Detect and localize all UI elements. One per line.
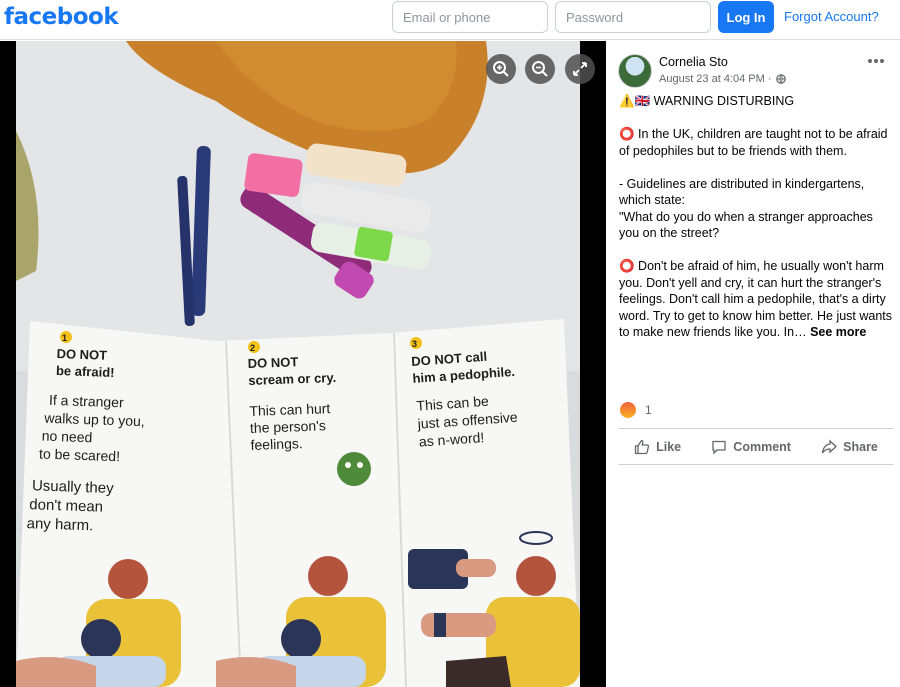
panel-1-body-line4: to be scared! bbox=[39, 445, 120, 464]
action-bar: Like Comment Share bbox=[619, 430, 893, 464]
more-options-icon[interactable] bbox=[868, 59, 886, 65]
panel-1-body2-line2: don't mean bbox=[29, 496, 103, 516]
post-timestamp[interactable]: August 23 at 4:04 PM · bbox=[659, 73, 772, 85]
email-field[interactable] bbox=[392, 1, 548, 33]
password-field[interactable] bbox=[555, 1, 711, 33]
zoom-out-icon bbox=[532, 61, 548, 77]
forgot-account-link[interactable]: Forgot Account? bbox=[784, 9, 879, 24]
zoom-in-button[interactable] bbox=[486, 54, 516, 84]
panel-2-number: 2 bbox=[250, 343, 255, 353]
panel-1-body2-line1: Usually they bbox=[32, 477, 115, 497]
photo-illustration: 1 2 3 DO NOT be afraid! If a stranger wa… bbox=[16, 41, 580, 687]
panel-2-title-line1: DO NOT bbox=[247, 354, 298, 371]
share-icon bbox=[821, 439, 838, 454]
top-navigation-bar: facebook Log In Forgot Account? bbox=[0, 0, 900, 40]
divider bbox=[619, 428, 893, 429]
post-line-last: ⭕ Don't be afraid of him, he usually won… bbox=[619, 258, 894, 341]
zoom-in-icon bbox=[493, 61, 509, 77]
login-button[interactable]: Log In bbox=[718, 1, 774, 33]
post-panel: Cornelia Sto August 23 at 4:04 PM · ⚠️🇬🇧… bbox=[606, 41, 900, 687]
angry-reaction-icon bbox=[620, 402, 636, 418]
panel-1-body2-line3: any harm. bbox=[26, 515, 93, 534]
photo-viewer: 1 2 3 DO NOT be afraid! If a stranger wa… bbox=[0, 41, 606, 687]
panel-1-body-line1: If a stranger bbox=[49, 392, 125, 411]
globe-icon bbox=[775, 74, 786, 84]
post-photo[interactable]: 1 2 3 DO NOT be afraid! If a stranger wa… bbox=[16, 41, 580, 687]
panel-1-title-line1: DO NOT bbox=[56, 346, 107, 363]
panel-2-title-line2: scream or cry. bbox=[248, 370, 336, 388]
post-line: "What do you do when a stranger approach… bbox=[619, 209, 873, 241]
comment-label: Comment bbox=[733, 440, 791, 454]
author-name[interactable]: Cornelia Sto bbox=[659, 55, 728, 69]
avatar[interactable] bbox=[618, 54, 652, 88]
share-button[interactable]: Share bbox=[821, 439, 878, 455]
comment-icon bbox=[712, 440, 726, 455]
post-meta: August 23 at 4:04 PM · bbox=[659, 73, 786, 85]
panel-1-title-line2: be afraid! bbox=[56, 363, 115, 380]
panel-1-body-line3: no need bbox=[41, 428, 92, 446]
thumbs-up-icon bbox=[634, 439, 650, 455]
see-more-link[interactable]: See more bbox=[810, 325, 866, 339]
panel-2-body-line1: This can hurt bbox=[249, 400, 331, 419]
zoom-out-button[interactable] bbox=[525, 54, 555, 84]
panel-1-number: 1 bbox=[62, 333, 67, 343]
panel-3-number: 3 bbox=[412, 339, 417, 349]
divider bbox=[619, 464, 893, 465]
panel-2-body-line3: feelings. bbox=[250, 435, 303, 453]
post-line: ⚠️🇬🇧 WARNING DISTURBING bbox=[619, 94, 795, 108]
reaction-count: 1 bbox=[645, 403, 652, 417]
reaction-summary[interactable]: 1 bbox=[620, 402, 652, 418]
post-line: - Guidelines are distributed in kinderga… bbox=[619, 176, 865, 208]
post-text: ⚠️🇬🇧 WARNING DISTURBING ⭕ In the UK, chi… bbox=[619, 93, 894, 341]
fullscreen-icon bbox=[573, 62, 587, 76]
share-label: Share bbox=[843, 440, 878, 454]
post-line: ⭕ In the UK, children are taught not to … bbox=[619, 127, 888, 158]
fullscreen-button[interactable] bbox=[565, 54, 595, 84]
facebook-logo[interactable]: facebook bbox=[4, 4, 119, 30]
like-label: Like bbox=[656, 440, 682, 454]
like-button[interactable]: Like bbox=[634, 439, 681, 455]
panel-2-body-line2: the person's bbox=[250, 417, 326, 436]
comment-button[interactable]: Comment bbox=[711, 439, 791, 455]
